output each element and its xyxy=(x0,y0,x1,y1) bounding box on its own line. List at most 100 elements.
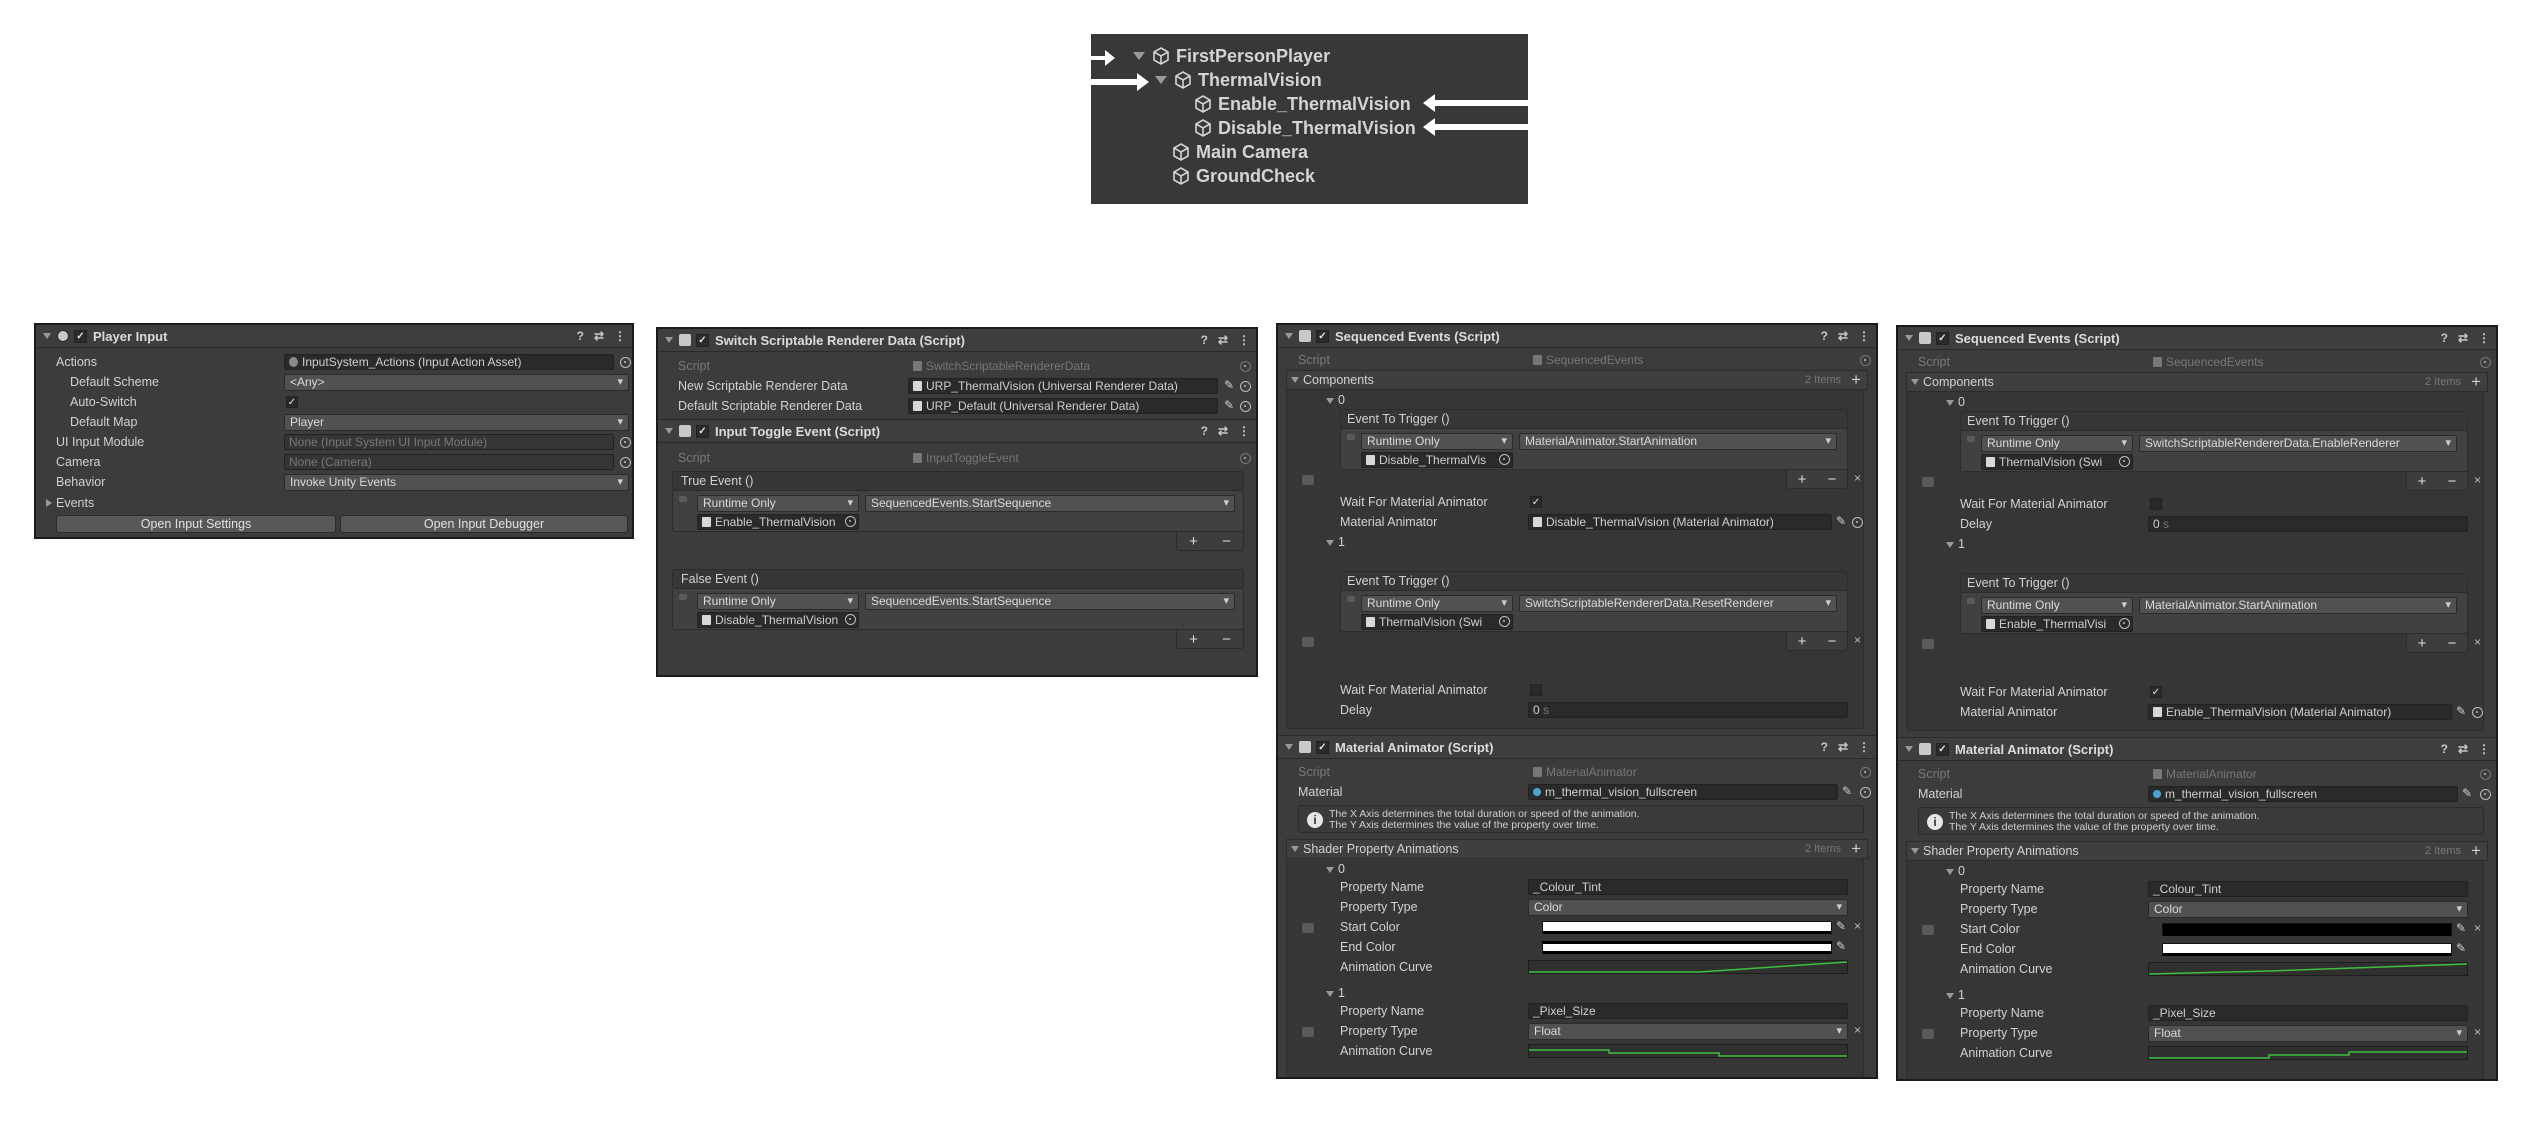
property-type-dropdown[interactable]: Float xyxy=(2148,1025,2468,1042)
runtime-dropdown[interactable]: Runtime Only xyxy=(1361,595,1513,612)
kebab-menu-icon[interactable]: ⋮ xyxy=(1858,329,1870,343)
start-color-swatch[interactable] xyxy=(2162,923,2452,936)
material-animator-field[interactable]: Enable_ThermalVision (Material Animator) xyxy=(2148,704,2452,720)
enabled-checkbox[interactable]: ✓ xyxy=(1316,740,1329,754)
component-header[interactable]: ✓ Input Toggle Event (Script) ? ⇄ ⋮ xyxy=(658,420,1256,443)
drag-handle-icon[interactable] xyxy=(1967,598,1975,604)
kebab-menu-icon[interactable]: ⋮ xyxy=(1238,424,1250,438)
hierarchy-item-main-camera[interactable]: Main Camera xyxy=(1171,140,1308,164)
remove-element-button[interactable]: × xyxy=(1854,633,1861,647)
edit-pencil-icon[interactable]: ✎ xyxy=(1224,378,1234,392)
events-foldout[interactable]: Events xyxy=(46,496,94,510)
runtime-dropdown[interactable]: Runtime Only xyxy=(1981,597,2133,614)
eyedropper-icon[interactable]: ✎ xyxy=(1836,919,1846,933)
remove-button[interactable]: − xyxy=(1222,631,1231,648)
element-index[interactable]: 0 xyxy=(1326,862,1345,876)
hierarchy-item-thermalvision[interactable]: ThermalVision xyxy=(1155,68,1322,92)
eyedropper-icon[interactable]: ✎ xyxy=(1836,939,1846,953)
preset-icon[interactable]: ⇄ xyxy=(1838,329,1848,343)
add-item-button[interactable]: + xyxy=(1851,839,1861,859)
default-scheme-dropdown[interactable]: <Any> xyxy=(284,374,629,391)
remove-element-button[interactable]: × xyxy=(2474,635,2481,649)
preset-icon[interactable]: ⇄ xyxy=(2458,742,2468,756)
remove-element-button[interactable]: × xyxy=(2474,473,2481,487)
drag-handle-icon[interactable] xyxy=(1922,925,1934,935)
kebab-menu-icon[interactable]: ⋮ xyxy=(2478,331,2490,345)
runtime-dropdown[interactable]: Runtime Only xyxy=(1361,433,1513,450)
property-name-field[interactable]: _Colour_Tint xyxy=(1528,879,1848,895)
component-header[interactable]: ✓ Sequenced Events (Script) ? ⇄ ⋮ xyxy=(1898,327,2496,350)
end-color-swatch[interactable] xyxy=(2162,943,2452,956)
drag-handle-icon[interactable] xyxy=(1347,596,1355,602)
remove-element-button[interactable]: × xyxy=(1854,1023,1861,1037)
function-dropdown[interactable]: MaterialAnimator.StartAnimation xyxy=(1519,433,1837,450)
target-object-field[interactable]: ThermalVision (Swi xyxy=(1981,454,2133,470)
element-index[interactable]: 1 xyxy=(1326,535,1345,549)
hierarchy-item-groundcheck[interactable]: GroundCheck xyxy=(1171,164,1315,188)
drag-handle-icon[interactable] xyxy=(1922,477,1934,487)
start-color-swatch[interactable] xyxy=(1542,921,1832,934)
drag-handle-icon[interactable] xyxy=(1302,637,1314,647)
eyedropper-icon[interactable]: ✎ xyxy=(2456,921,2466,935)
drag-handle-icon[interactable] xyxy=(679,594,687,600)
wait-for-animator-checkbox[interactable]: ✓ xyxy=(2150,686,2162,698)
remove-button[interactable]: − xyxy=(2448,635,2457,652)
remove-button[interactable]: − xyxy=(1828,633,1837,650)
remove-element-button[interactable]: × xyxy=(2474,1025,2481,1039)
function-dropdown[interactable]: SwitchScriptableRendererData.ResetRender… xyxy=(1519,595,1837,612)
property-type-dropdown[interactable]: Color xyxy=(1528,899,1848,916)
object-picker-icon[interactable] xyxy=(1499,616,1510,627)
object-picker-icon[interactable] xyxy=(1240,401,1251,412)
remove-button[interactable]: − xyxy=(1222,533,1231,550)
end-color-swatch[interactable] xyxy=(1542,941,1832,954)
object-picker-icon[interactable] xyxy=(2119,456,2130,467)
element-index[interactable]: 1 xyxy=(1326,986,1345,1000)
object-picker-icon[interactable] xyxy=(2480,789,2491,800)
hierarchy-item-disable-thermalvision[interactable]: Disable_ThermalVision xyxy=(1193,116,1416,140)
eyedropper-icon[interactable]: ✎ xyxy=(2456,941,2466,955)
remove-button[interactable]: − xyxy=(1828,471,1837,488)
kebab-menu-icon[interactable]: ⋮ xyxy=(614,329,626,343)
material-field[interactable]: m_thermal_vision_fullscreen xyxy=(2148,786,2458,802)
wait-for-animator-checkbox[interactable] xyxy=(1530,684,1542,696)
property-name-field[interactable]: _Pixel_Size xyxy=(2148,1005,2468,1021)
property-type-dropdown[interactable]: Float xyxy=(1528,1023,1848,1040)
target-object-field[interactable]: Enable_ThermalVision xyxy=(697,514,859,530)
drag-handle-icon[interactable] xyxy=(1302,1027,1314,1037)
object-picker-icon[interactable] xyxy=(620,357,631,368)
shader-anims-foldout[interactable]: Shader Property Animations 2 Items + xyxy=(1906,841,2488,861)
component-header[interactable]: ✓ Material Animator (Script) ? ⇄ ⋮ xyxy=(1898,738,2496,761)
object-picker-icon[interactable] xyxy=(1860,787,1871,798)
kebab-menu-icon[interactable]: ⋮ xyxy=(2478,742,2490,756)
property-name-field[interactable]: _Colour_Tint xyxy=(2148,881,2468,897)
runtime-dropdown[interactable]: Runtime Only xyxy=(1981,435,2133,452)
kebab-menu-icon[interactable]: ⋮ xyxy=(1238,333,1250,347)
function-dropdown[interactable]: MaterialAnimator.StartAnimation xyxy=(2139,597,2457,614)
object-picker-icon[interactable] xyxy=(620,437,631,448)
enabled-checkbox[interactable]: ✓ xyxy=(74,329,87,343)
default-map-dropdown[interactable]: Player xyxy=(284,414,629,431)
expand-arrow-icon[interactable] xyxy=(1155,76,1167,84)
target-object-field[interactable]: Disable_ThermalVis xyxy=(1361,452,1513,468)
preset-icon[interactable]: ⇄ xyxy=(1218,333,1228,347)
add-item-button[interactable]: + xyxy=(2471,841,2481,861)
object-picker-icon[interactable] xyxy=(2472,707,2483,718)
wait-for-animator-checkbox[interactable]: ✓ xyxy=(1530,496,1542,508)
drag-handle-icon[interactable] xyxy=(1922,639,1934,649)
preset-icon[interactable]: ⇄ xyxy=(594,329,604,343)
preset-icon[interactable]: ⇄ xyxy=(1838,740,1848,754)
remove-element-button[interactable]: × xyxy=(1854,471,1861,485)
object-picker-icon[interactable] xyxy=(1499,454,1510,465)
component-header[interactable]: ✓ Player Input ? ⇄ ⋮ xyxy=(36,325,632,348)
add-button[interactable]: + xyxy=(1798,471,1807,488)
delay-field[interactable]: 0 s xyxy=(1528,702,1848,718)
foldout-icon[interactable] xyxy=(665,337,673,343)
help-icon[interactable]: ? xyxy=(1201,424,1208,438)
behavior-dropdown[interactable]: Invoke Unity Events xyxy=(284,474,629,491)
function-dropdown[interactable]: SwitchScriptableRendererData.EnableRende… xyxy=(2139,435,2457,452)
preset-icon[interactable]: ⇄ xyxy=(2458,331,2468,345)
auto-switch-checkbox[interactable]: ✓ xyxy=(286,396,298,408)
camera-field[interactable]: None (Camera) xyxy=(284,454,614,470)
property-type-dropdown[interactable]: Color xyxy=(2148,901,2468,918)
delay-field[interactable]: 0 s xyxy=(2148,516,2468,532)
